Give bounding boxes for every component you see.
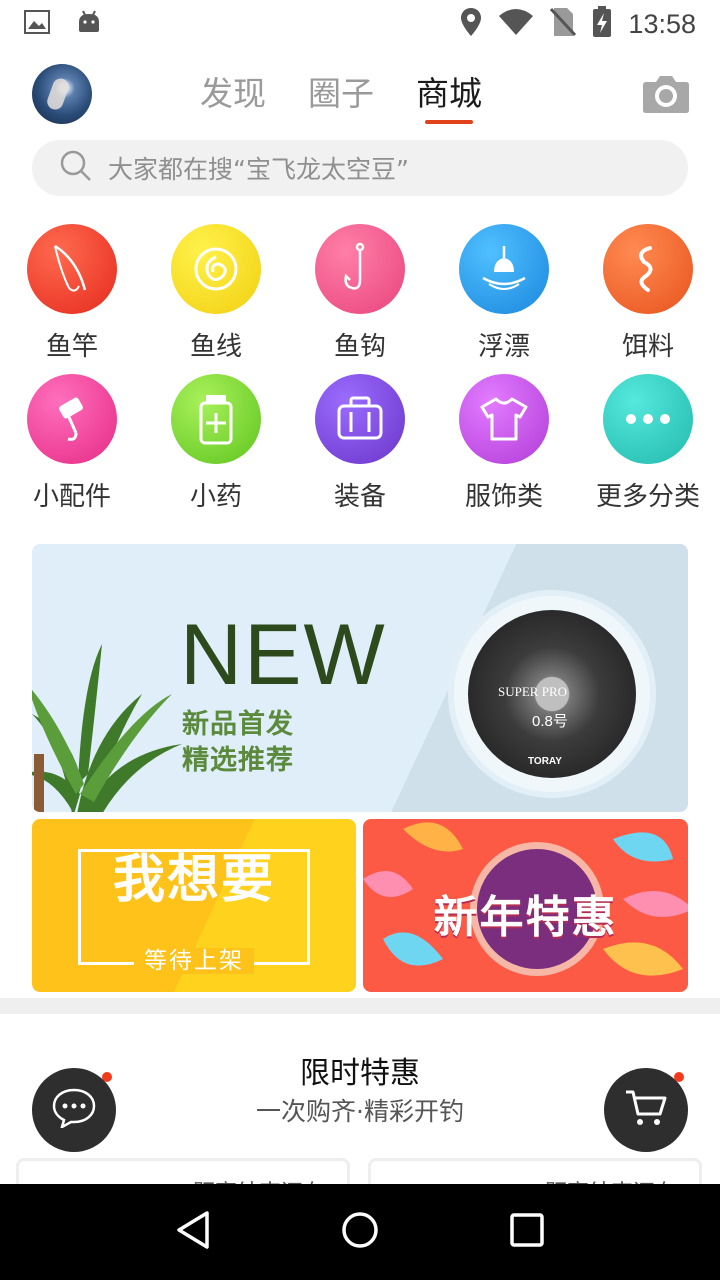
chat-icon	[52, 1088, 96, 1132]
shirt-icon	[459, 374, 549, 464]
category-float[interactable]: 浮漂	[432, 224, 576, 374]
recent-apps-icon	[509, 1212, 545, 1252]
notification-dot	[102, 1072, 112, 1082]
notification-dot	[674, 1072, 684, 1082]
fishing-line-spool-image: SUPER PRO 0.8号 TORAY	[454, 596, 650, 792]
wishlist-banner[interactable]: 我想要 等待上架	[32, 819, 356, 992]
category-label: 更多分类	[595, 482, 700, 512]
wishlist-title: 我想要	[112, 850, 275, 910]
category-label: 小药	[189, 482, 242, 512]
category-label: 鱼钩	[333, 332, 386, 362]
new-subtitle-1: 新品首发	[182, 709, 294, 740]
category-grid: 鱼竿 鱼线 鱼钩 浮漂 饵料 小配件 小药 装备 服饰类 更多分类	[0, 224, 720, 524]
category-label: 浮漂	[477, 332, 530, 362]
new-year-title: 新年特惠	[433, 892, 618, 943]
new-subtitle-2: 精选推荐	[182, 745, 294, 776]
category-clothing[interactable]: 服饰类	[432, 374, 576, 524]
search-icon	[60, 150, 92, 186]
category-label: 小配件	[32, 482, 111, 512]
chat-button[interactable]	[32, 1068, 116, 1152]
float-icon	[459, 224, 549, 314]
back-icon	[175, 1210, 211, 1254]
cart-icon	[624, 1088, 668, 1132]
category-label: 装备	[333, 482, 386, 512]
android-icon	[76, 10, 102, 38]
section-divider	[0, 998, 720, 1014]
shop-screen: 13:58 发现 圈子 商城 大家都在搜“宝飞龙太空豆” 鱼竿 鱼线 鱼钩 浮漂…	[0, 0, 720, 1280]
medicine-icon	[171, 374, 261, 464]
category-label: 服饰类	[464, 482, 543, 512]
status-time: 13:58	[628, 8, 696, 39]
new-arrivals-banner[interactable]: NEW 新品首发 精选推荐 SUPER PRO 0.8号 TORAY	[32, 544, 688, 812]
category-accessory[interactable]: 小配件	[0, 374, 144, 524]
fish-hook-icon	[315, 224, 405, 314]
accessory-icon	[27, 374, 117, 464]
luggage-icon	[315, 374, 405, 464]
cart-button[interactable]	[604, 1068, 688, 1152]
search-bar[interactable]: 大家都在搜“宝飞龙太空豆”	[32, 140, 688, 196]
battery-charging-icon	[592, 6, 612, 42]
tab-discover[interactable]: 发现	[200, 56, 266, 132]
top-tabs: 发现 圈子 商城	[200, 56, 482, 132]
search-placeholder: 大家都在搜“宝飞龙太空豆”	[108, 155, 409, 184]
home-icon	[340, 1210, 380, 1254]
tab-circle[interactable]: 圈子	[308, 56, 374, 132]
category-label: 鱼线	[189, 332, 242, 362]
spool-brand: SUPER PRO	[498, 684, 567, 699]
fishing-line-icon	[171, 224, 261, 314]
fishing-rod-icon	[27, 224, 117, 314]
system-nav-bar	[0, 1184, 720, 1280]
bait-icon	[603, 224, 693, 314]
back-button[interactable]	[163, 1202, 223, 1262]
no-sim-icon	[550, 7, 577, 41]
wishlist-subtitle-text: 等待上架	[134, 948, 254, 974]
category-fishing-line[interactable]: 鱼线	[144, 224, 288, 374]
spool-maker: TORAY	[528, 756, 562, 767]
category-fish-hook[interactable]: 鱼钩	[288, 224, 432, 374]
plant-illustration	[32, 644, 182, 812]
new-year-sale-banner[interactable]: 新年特惠	[363, 819, 688, 992]
tab-mall[interactable]: 商城	[416, 56, 482, 132]
category-bait[interactable]: 饵料	[576, 224, 720, 374]
wishlist-subtitle: 等待上架	[32, 941, 356, 975]
category-fishing-rod[interactable]: 鱼竿	[0, 224, 144, 374]
avatar[interactable]	[32, 64, 92, 124]
category-medicine[interactable]: 小药	[144, 374, 288, 524]
more-icon	[603, 374, 693, 464]
category-more[interactable]: 更多分类	[576, 374, 720, 524]
status-bar: 13:58	[0, 0, 720, 48]
home-button[interactable]	[330, 1202, 390, 1262]
top-header: 发现 圈子 商城	[0, 56, 720, 132]
wifi-icon	[498, 8, 534, 40]
category-label: 鱼竿	[45, 332, 98, 362]
category-label: 饵料	[621, 332, 674, 362]
spool-gauge: 0.8号	[532, 713, 568, 730]
location-icon	[460, 7, 482, 41]
new-headline: NEW	[180, 607, 387, 703]
camera-icon[interactable]	[642, 74, 690, 114]
image-icon	[24, 10, 50, 38]
category-gear[interactable]: 装备	[288, 374, 432, 524]
recent-apps-button[interactable]	[497, 1202, 557, 1262]
